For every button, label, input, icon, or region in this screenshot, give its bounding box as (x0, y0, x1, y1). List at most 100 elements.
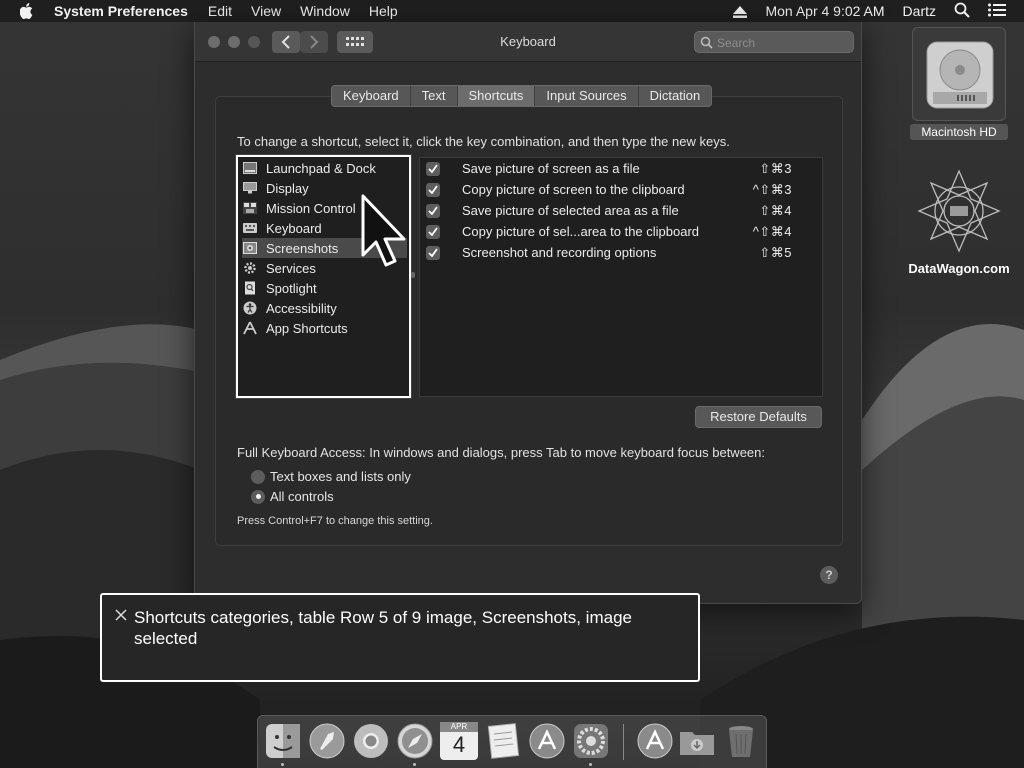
shortcut-checkbox[interactable] (426, 224, 440, 239)
downloads-folder-icon[interactable] (678, 722, 716, 760)
search-icon (700, 36, 713, 49)
system-preferences-icon[interactable] (572, 722, 610, 760)
category-label: Screenshots (266, 240, 339, 256)
menu-app-name[interactable]: System Preferences (54, 3, 188, 19)
category-label: Spotlight (266, 280, 317, 296)
spotlight-search-icon[interactable] (954, 2, 970, 21)
category-launchpad-dock[interactable]: Launchpad & Dock (242, 158, 407, 178)
datawagon-icon[interactable] (916, 168, 1002, 254)
table-row[interactable]: Copy picture of sel...area to the clipbo… (420, 221, 822, 242)
apple-menu-icon[interactable] (20, 3, 40, 19)
screenshot-icon (242, 240, 258, 256)
tab-text[interactable]: Text (411, 86, 458, 106)
keyboard-icon (242, 220, 258, 236)
menu-clock[interactable]: Mon Apr 4 9:02 AM (765, 3, 884, 19)
category-label: Display (266, 180, 309, 196)
table-row[interactable]: Save picture of selected area as a file … (420, 200, 822, 221)
keyboard-preferences-window: Keyboard Search Keyboard Text Shortcuts … (194, 22, 862, 604)
category-label: App Shortcuts (266, 320, 348, 336)
help-button[interactable]: ? (820, 566, 838, 584)
eject-icon[interactable] (733, 5, 748, 18)
shortcut-label: Copy picture of sel...area to the clipbo… (462, 224, 700, 239)
macintosh-hd-label: Macintosh HD (910, 124, 1008, 140)
shortcut-categories-list[interactable]: Launchpad & Dock Display Mission Control… (236, 155, 411, 398)
calendar-month: APR (440, 722, 478, 732)
display-icon (242, 180, 258, 196)
control-f7-hint: Press Control+F7 to change this setting. (237, 515, 433, 527)
shortcut-keys[interactable]: ^⇧⌘3 (753, 182, 792, 198)
menu-help[interactable]: Help (369, 3, 398, 19)
mission-control-icon (242, 200, 258, 216)
category-label: Keyboard (266, 220, 322, 236)
tab-input-sources[interactable]: Input Sources (535, 86, 639, 106)
launchpad-icon (242, 160, 258, 176)
dock: APR 4 (257, 715, 767, 768)
macintosh-hd-icon[interactable] (912, 27, 1006, 121)
category-accessibility[interactable]: Accessibility (242, 298, 407, 318)
category-spotlight[interactable]: Spotlight (242, 278, 407, 298)
gear-icon (242, 260, 258, 276)
instructions-text: To change a shortcut, select it, click t… (237, 134, 730, 149)
radio-label: All controls (270, 489, 334, 504)
tab-keyboard[interactable]: Keyboard (332, 86, 411, 106)
full-keyboard-access-text: Full Keyboard Access: In windows and dia… (237, 445, 765, 460)
shortcut-label: Save picture of screen as a file (462, 161, 640, 176)
tab-shortcuts[interactable]: Shortcuts (457, 86, 536, 106)
menu-window[interactable]: Window (300, 3, 350, 19)
finder-icon[interactable] (264, 722, 302, 760)
app-store-icon[interactable] (528, 722, 566, 760)
radio-button[interactable] (251, 469, 265, 484)
radio-button[interactable] (251, 489, 265, 504)
shortcut-label: Save picture of selected area as a file (462, 203, 679, 218)
shortcut-keys[interactable]: ⇧⌘4 (759, 203, 792, 219)
close-icon[interactable] (115, 609, 127, 621)
search-placeholder: Search (717, 36, 756, 50)
trash-icon[interactable] (722, 722, 760, 760)
running-indicator (589, 763, 592, 766)
checkmark-icon (428, 185, 438, 194)
menu-bar: System Preferences Edit View Window Help… (0, 0, 1024, 22)
running-indicator (281, 763, 284, 766)
calendar-icon[interactable]: APR 4 (440, 722, 478, 760)
menu-user[interactable]: Dartz (903, 3, 936, 19)
spotlight-icon (242, 280, 258, 296)
menu-view[interactable]: View (251, 3, 281, 19)
app-store-icon[interactable] (636, 722, 674, 760)
notes-icon[interactable] (484, 722, 522, 760)
voiceover-caption-panel: Shortcuts categories, table Row 5 of 9 i… (100, 593, 700, 682)
radio-label: Text boxes and lists only (270, 469, 411, 484)
shortcut-checkbox[interactable] (426, 161, 440, 176)
app-shortcuts-icon (242, 320, 258, 336)
table-row[interactable]: Screenshot and recording options ⇧⌘5 (420, 242, 822, 263)
window-titlebar: Keyboard Search (195, 22, 861, 62)
calendar-day: 4 (452, 732, 466, 757)
radio-text-boxes-lists[interactable]: Text boxes and lists only (251, 469, 411, 484)
dock-separator (623, 724, 624, 760)
accessibility-icon (242, 300, 258, 316)
shortcut-keys[interactable]: ^⇧⌘4 (753, 224, 792, 240)
table-row[interactable]: Save picture of screen as a file ⇧⌘3 (420, 158, 822, 179)
category-app-shortcuts[interactable]: App Shortcuts (242, 318, 407, 338)
shortcut-keys[interactable]: ⇧⌘3 (759, 161, 792, 177)
search-input[interactable]: Search (694, 31, 854, 53)
split-view-divider[interactable] (411, 272, 415, 278)
shortcut-checkbox[interactable] (426, 182, 440, 197)
shortcut-label: Copy picture of screen to the clipboard (462, 182, 685, 197)
chrome-icon[interactable] (352, 722, 390, 760)
tab-dictation[interactable]: Dictation (639, 86, 712, 106)
shortcuts-table[interactable]: Save picture of screen as a file ⇧⌘3 Cop… (419, 157, 823, 397)
checkmark-icon (428, 164, 438, 173)
shortcut-checkbox[interactable] (426, 203, 440, 218)
table-row[interactable]: Copy picture of screen to the clipboard … (420, 179, 822, 200)
shortcut-checkbox[interactable] (426, 245, 440, 260)
category-label: Services (266, 260, 316, 276)
restore-defaults-button[interactable]: Restore Defaults (695, 406, 822, 428)
mouse-cursor-icon (361, 194, 406, 267)
checkmark-icon (428, 248, 438, 257)
launchpad-icon[interactable] (308, 722, 346, 760)
shortcut-keys[interactable]: ⇧⌘5 (759, 245, 792, 261)
radio-all-controls[interactable]: All controls (251, 489, 334, 504)
menu-edit[interactable]: Edit (208, 3, 232, 19)
notification-center-icon[interactable] (988, 3, 1006, 20)
safari-icon[interactable] (396, 722, 434, 760)
